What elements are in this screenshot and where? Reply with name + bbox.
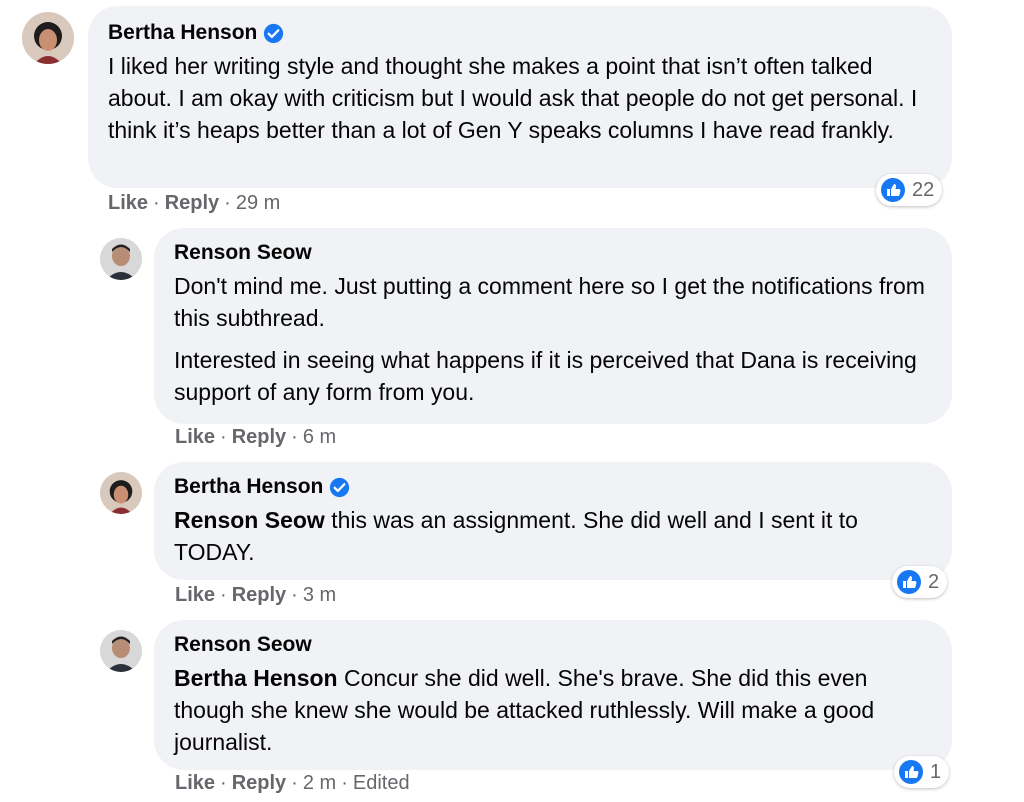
comment-text: I liked her writing style and thought sh… <box>108 53 918 143</box>
avatar[interactable] <box>100 238 142 280</box>
reaction-count: 1 <box>930 760 942 783</box>
author-name[interactable]: Renson Seow <box>174 240 312 266</box>
like-button[interactable]: Like <box>175 772 215 795</box>
reply-comment: Renson Seow Don't mind me. Just putting … <box>0 220 1024 454</box>
comment-actions: Like · Reply · 29 m <box>108 192 281 215</box>
author-name[interactable]: Bertha Henson <box>108 20 257 46</box>
reaction-count: 22 <box>912 178 935 201</box>
comment-actions: Like · Reply · 6 m <box>175 426 337 449</box>
author-name[interactable]: Bertha Henson <box>174 474 323 500</box>
comment-bubble: Bertha Henson I liked her writing style … <box>88 6 952 188</box>
comment-bubble: Bertha Henson Renson Seow this was an as… <box>154 462 952 580</box>
reply-button[interactable]: Reply <box>232 426 286 449</box>
author-name[interactable]: Renson Seow <box>174 632 312 658</box>
comment-actions: Like · Reply · 3 m <box>175 584 337 607</box>
avatar[interactable] <box>22 12 74 64</box>
reply-button[interactable]: Reply <box>232 584 286 607</box>
verified-badge-icon <box>329 477 350 498</box>
like-reaction-icon <box>897 570 921 594</box>
like-reaction-icon <box>881 178 905 202</box>
reply-button[interactable]: Reply <box>232 772 286 795</box>
timestamp[interactable]: 3 m <box>303 584 336 607</box>
comment: Bertha Henson I liked her writing style … <box>0 0 1024 220</box>
timestamp[interactable]: 29 m <box>236 192 280 215</box>
avatar[interactable] <box>100 630 142 672</box>
like-button[interactable]: Like <box>108 192 148 215</box>
mention[interactable]: Renson Seow <box>174 507 325 533</box>
reaction-count-badge[interactable]: 22 <box>876 174 943 206</box>
comment-bubble: Renson Seow Don't mind me. Just putting … <box>154 228 952 424</box>
mention[interactable]: Bertha Henson <box>174 665 338 691</box>
reply-button[interactable]: Reply <box>165 192 219 215</box>
like-button[interactable]: Like <box>175 584 215 607</box>
reaction-count: 2 <box>928 570 940 593</box>
like-reaction-icon <box>899 760 923 784</box>
comment-actions: Like · Reply · 2 m · Edited <box>175 772 410 795</box>
reaction-count-badge[interactable]: 2 <box>892 566 948 598</box>
like-button[interactable]: Like <box>175 426 215 449</box>
timestamp[interactable]: 2 m <box>303 772 336 795</box>
comment-text: Don't mind me. Just putting a comment he… <box>174 273 925 331</box>
avatar[interactable] <box>100 472 142 514</box>
reply-comment: Bertha Henson Renson Seow this was an as… <box>0 454 1024 614</box>
comment-text: Interested in seeing what happens if it … <box>174 347 917 405</box>
edited-label[interactable]: Edited <box>353 772 410 795</box>
timestamp[interactable]: 6 m <box>303 426 336 449</box>
comment-bubble: Renson Seow Bertha Henson Concur she did… <box>154 620 952 770</box>
reaction-count-badge[interactable]: 1 <box>894 756 950 788</box>
verified-badge-icon <box>263 23 284 44</box>
reply-comment: Renson Seow Bertha Henson Concur she did… <box>0 614 1024 802</box>
